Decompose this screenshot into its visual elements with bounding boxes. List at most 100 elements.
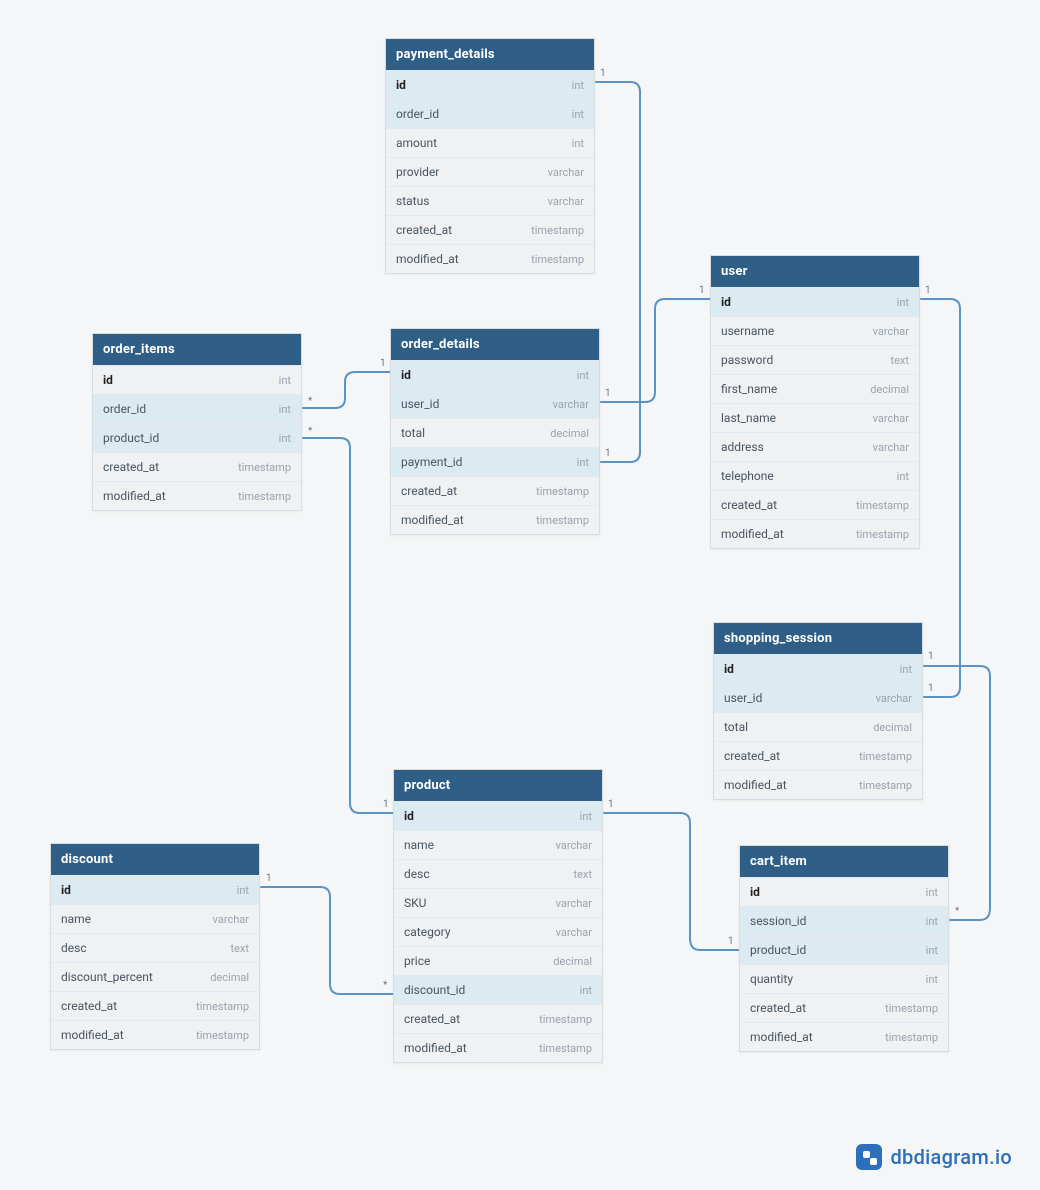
- table-row[interactable]: modified_attimestamp: [711, 519, 919, 548]
- column-name: password: [721, 353, 773, 367]
- table-row[interactable]: product_idint: [93, 423, 301, 452]
- table-row[interactable]: created_at timestamp: [391, 476, 599, 505]
- table-row[interactable]: idint: [386, 70, 594, 99]
- table-header[interactable]: cart_item: [740, 846, 948, 877]
- column-name: created_at: [724, 749, 780, 763]
- table-payment_details[interactable]: payment_detailsidintorder_idintamountint…: [385, 38, 595, 274]
- table-row[interactable]: created_attimestamp: [51, 991, 259, 1020]
- table-row[interactable]: created_attimestamp: [740, 993, 948, 1022]
- table-row[interactable]: totaldecimal: [391, 418, 599, 447]
- table-row[interactable]: modified_attimestamp: [714, 770, 922, 799]
- table-row[interactable]: desctext: [394, 859, 602, 888]
- table-header[interactable]: shopping_session: [714, 623, 922, 654]
- column-type: int: [279, 432, 291, 445]
- table-row[interactable]: usernamevarchar: [711, 316, 919, 345]
- table-row[interactable]: pricedecimal: [394, 946, 602, 975]
- table-row[interactable]: first_namedecimal: [711, 374, 919, 403]
- table-row[interactable]: SKUvarchar: [394, 888, 602, 917]
- column-name: modified_at: [724, 778, 787, 792]
- table-row[interactable]: created_attimestamp: [711, 490, 919, 519]
- column-type: varchar: [213, 913, 249, 926]
- column-name: modified_at: [404, 1041, 467, 1055]
- column-type: timestamp: [859, 750, 912, 763]
- table-shopping_session[interactable]: shopping_sessionidintuser_idvarchartotal…: [713, 622, 923, 800]
- table-row[interactable]: session_idint: [740, 906, 948, 935]
- table-row[interactable]: idint: [711, 287, 919, 316]
- table-row[interactable]: created_attimestamp: [386, 215, 594, 244]
- card-label: 1: [728, 936, 734, 947]
- card-label: 1: [266, 873, 272, 884]
- table-header[interactable]: payment_details: [386, 39, 594, 70]
- column-type: varchar: [873, 412, 909, 425]
- table-order_items[interactable]: order_itemsidintorder_idintproduct_idint…: [92, 333, 302, 511]
- table-user[interactable]: useridintusernamevarcharpasswordtextfirs…: [710, 255, 920, 549]
- table-row[interactable]: providervarchar: [386, 157, 594, 186]
- table-row[interactable]: namevarchar: [394, 830, 602, 859]
- table-header[interactable]: product: [394, 770, 602, 801]
- table-row[interactable]: quantityint: [740, 964, 948, 993]
- table-row[interactable]: modified_attimestamp: [51, 1020, 259, 1049]
- table-row[interactable]: discount_idint: [394, 975, 602, 1004]
- table-row[interactable]: idint: [391, 360, 599, 389]
- table-row[interactable]: order_idint: [93, 394, 301, 423]
- table-row[interactable]: modified_attimestamp: [394, 1033, 602, 1062]
- table-row[interactable]: created_attimestamp: [394, 1004, 602, 1033]
- column-type: timestamp: [856, 499, 909, 512]
- table-header[interactable]: order_items: [93, 334, 301, 365]
- column-name: status: [396, 194, 429, 208]
- column-type: int: [580, 810, 592, 823]
- table-row[interactable]: telephoneint: [711, 461, 919, 490]
- table-row[interactable]: modified_attimestamp: [386, 244, 594, 273]
- table-row[interactable]: idint: [740, 877, 948, 906]
- table-product[interactable]: productidintnamevarchardesctextSKUvarcha…: [393, 769, 603, 1063]
- column-name: discount_id: [404, 983, 465, 997]
- table-row[interactable]: order_idint: [386, 99, 594, 128]
- table-row[interactable]: created_attimestamp: [93, 452, 301, 481]
- table-header[interactable]: order_details: [391, 329, 599, 360]
- brand-text: dbdiagram.io: [890, 1145, 1012, 1169]
- table-row[interactable]: desctext: [51, 933, 259, 962]
- table-row[interactable]: modified_attimestamp: [93, 481, 301, 510]
- table-row[interactable]: addressvarchar: [711, 432, 919, 461]
- table-row[interactable]: idint: [93, 365, 301, 394]
- column-type: timestamp: [885, 1031, 938, 1044]
- table-header[interactable]: discount: [51, 844, 259, 875]
- column-type: varchar: [548, 195, 584, 208]
- table-header[interactable]: user: [711, 256, 919, 287]
- column-type: varchar: [556, 839, 592, 852]
- column-name: amount: [396, 136, 437, 150]
- table-row[interactable]: categoryvarchar: [394, 917, 602, 946]
- table-row[interactable]: created_at timestamp: [714, 741, 922, 770]
- table-row[interactable]: namevarchar: [51, 904, 259, 933]
- table-row[interactable]: modified_attimestamp: [391, 505, 599, 534]
- column-type: timestamp: [238, 461, 291, 474]
- column-type: timestamp: [539, 1013, 592, 1026]
- column-type: decimal: [870, 383, 909, 396]
- column-name: product_id: [750, 943, 806, 957]
- table-row[interactable]: idint: [51, 875, 259, 904]
- column-type: int: [577, 369, 589, 382]
- column-type: timestamp: [536, 485, 589, 498]
- table-order_details[interactable]: order_detailsidintuser_idvarchartotaldec…: [390, 328, 600, 535]
- table-row[interactable]: totaldecimal: [714, 712, 922, 741]
- table-row[interactable]: idint: [714, 654, 922, 683]
- table-row[interactable]: user_idvarchar: [714, 683, 922, 712]
- table-row[interactable]: last_namevarchar: [711, 403, 919, 432]
- table-row[interactable]: amountint: [386, 128, 594, 157]
- table-row[interactable]: status varchar: [386, 186, 594, 215]
- column-type: int: [897, 296, 909, 309]
- table-row[interactable]: idint: [394, 801, 602, 830]
- table-cart_item[interactable]: cart_itemidintsession_idintproduct_idint…: [739, 845, 949, 1052]
- table-discount[interactable]: discountidintnamevarchardesctextdiscount…: [50, 843, 260, 1050]
- column-name: session_id: [750, 914, 806, 928]
- column-type: timestamp: [196, 1029, 249, 1042]
- card-label: *: [308, 396, 312, 407]
- table-row[interactable]: discount_percentdecimal: [51, 962, 259, 991]
- table-row[interactable]: payment_idint: [391, 447, 599, 476]
- table-row[interactable]: product_idint: [740, 935, 948, 964]
- table-row[interactable]: modified_attimestamp: [740, 1022, 948, 1051]
- table-row[interactable]: passwordtext: [711, 345, 919, 374]
- column-name: created_at: [401, 484, 457, 498]
- column-type: varchar: [556, 897, 592, 910]
- table-row[interactable]: user_idvarchar: [391, 389, 599, 418]
